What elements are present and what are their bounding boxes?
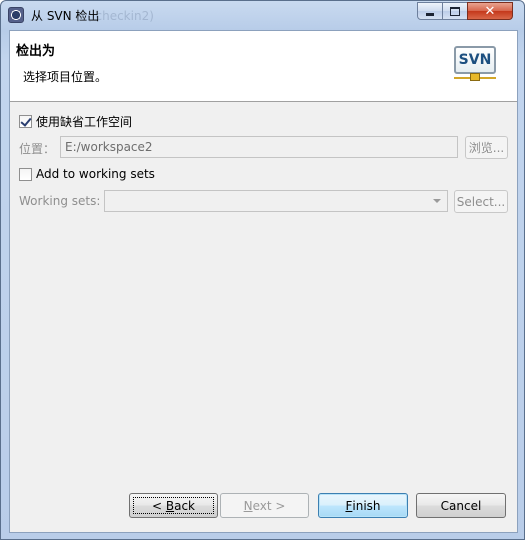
dialog-client-area: 检出为 选择项目位置。 SVN 使用缺省工作空间 位置： E:/workspac… — [9, 30, 518, 533]
title-bar[interactable]: 从 SVN 检出 (.checkin2) ✕ — [1, 1, 524, 29]
use-default-workspace-checkbox[interactable] — [19, 115, 32, 128]
next-rest: ext > — [252, 498, 286, 513]
back-mnemonic: B — [165, 498, 175, 513]
svn-logo-plug — [470, 73, 480, 81]
back-button[interactable]: < Back — [129, 493, 218, 518]
svn-logo-icon: SVN — [454, 43, 496, 83]
browse-button[interactable]: 浏览... — [465, 136, 508, 159]
use-default-workspace-row[interactable]: 使用缺省工作空间 — [19, 113, 132, 130]
location-label: 位置： — [19, 142, 56, 156]
finish-button[interactable]: Finish — [318, 493, 408, 518]
back-prefix: < — [151, 498, 166, 513]
next-button[interactable]: Next > — [220, 493, 309, 518]
page-description: 选择项目位置。 — [23, 70, 108, 84]
minimize-button[interactable] — [417, 2, 443, 20]
cancel-button[interactable]: Cancel — [416, 493, 506, 518]
add-to-working-sets-checkbox[interactable] — [19, 167, 32, 181]
select-working-sets-button[interactable]: Select... — [454, 190, 508, 213]
use-default-workspace-label: 使用缺省工作空间 — [36, 115, 133, 129]
finish-rest: inish — [352, 498, 381, 513]
add-to-working-sets-row[interactable]: Add to working sets — [19, 167, 155, 181]
chevron-down-icon — [433, 199, 441, 203]
minimize-icon — [426, 12, 434, 16]
back-rest: ack — [174, 498, 195, 513]
eclipse-app-icon — [8, 7, 24, 23]
close-button[interactable]: ✕ — [467, 2, 513, 20]
page-title: 检出为 — [16, 44, 56, 59]
svn-logo-text: SVN — [454, 46, 496, 74]
working-sets-combo[interactable] — [104, 190, 448, 212]
dialog-window: 从 SVN 检出 (.checkin2) ✕ 检出为 选择项目位置。 SVN 使… — [0, 0, 525, 540]
add-to-working-sets-label: Add to working sets — [36, 167, 155, 181]
next-mnemonic: N — [243, 498, 253, 513]
maximize-icon — [450, 6, 460, 16]
working-sets-label: Working sets: — [19, 194, 101, 208]
maximize-button[interactable] — [442, 2, 468, 20]
window-title-ghost: (.checkin2) — [87, 9, 154, 23]
wizard-header: 检出为 选择项目位置。 SVN — [10, 31, 517, 102]
finish-mnemonic: F — [345, 498, 353, 513]
close-icon: ✕ — [484, 3, 496, 19]
location-field[interactable]: E:/workspace2 — [60, 136, 458, 158]
